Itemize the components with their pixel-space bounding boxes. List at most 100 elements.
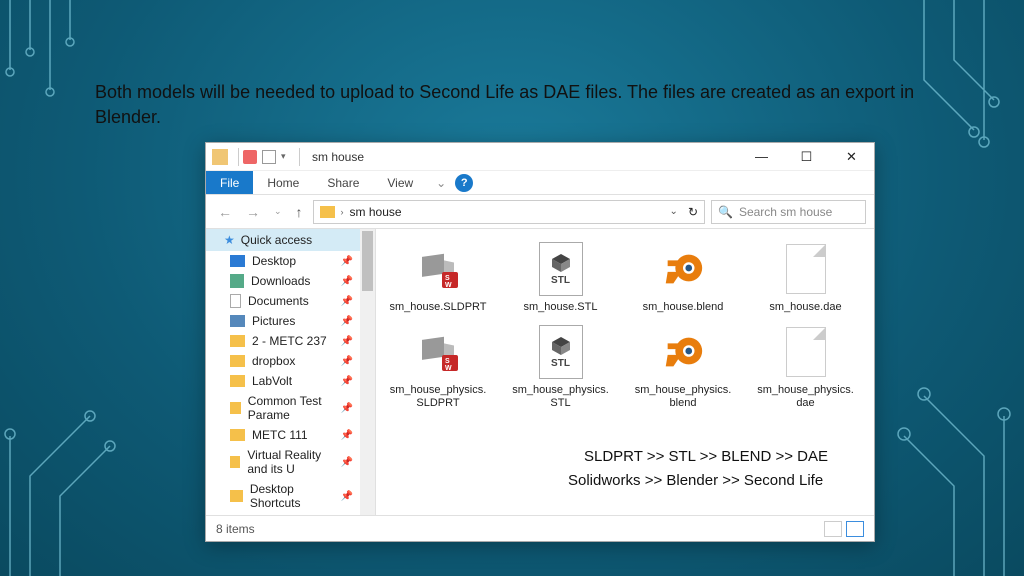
pin-icon: 📌 [341, 296, 353, 307]
sidebar-item-dropbox[interactable]: dropbox 📌 [206, 351, 375, 371]
ribbon-expand-icon[interactable]: ⌄ [427, 171, 455, 194]
stl-icon: STL [533, 241, 589, 297]
sidebar-item-documents[interactable]: Documents 📌 [206, 291, 375, 311]
file-name: sm_house_physics.blend [633, 384, 733, 410]
sidebar-item-label: METC 111 [252, 428, 308, 442]
svg-text:W: W [445, 365, 452, 372]
refresh-button[interactable]: ↻ [688, 205, 698, 219]
doc-icon [230, 294, 241, 308]
sidebar-item-desktop[interactable]: Desktop 📌 [206, 251, 375, 271]
sidebar-item-label: Common Test Parame [248, 394, 334, 422]
close-button[interactable]: ✕ [829, 143, 874, 171]
pin-icon: 📌 [341, 457, 353, 468]
sidebar-item-label: Pictures [252, 314, 295, 328]
pin-icon: 📌 [341, 256, 353, 267]
blend-icon [655, 324, 711, 380]
file-name: sm_house_physics.STL [511, 384, 611, 410]
svg-text:W: W [445, 282, 452, 289]
sidebar-item-label: Desktop Shortcuts [250, 482, 334, 510]
view-icons-button[interactable] [846, 521, 864, 537]
sidebar-item-virtual-reality-and-its-u[interactable]: Virtual Reality and its U 📌 [206, 445, 375, 479]
search-icon: 🔍 [718, 205, 733, 219]
sidebar: ★ Quick access Desktop 📌 Downloads 📌 Doc… [206, 229, 376, 517]
maximize-button[interactable]: ☐ [784, 143, 829, 171]
status-bar: 8 items [206, 515, 874, 541]
folder-icon [230, 429, 245, 441]
star-icon: ★ [224, 233, 235, 247]
sidebar-item-downloads[interactable]: Downloads 📌 [206, 271, 375, 291]
sidebar-item-label: LabVolt [252, 374, 292, 388]
file-item[interactable]: STL sm_house.STL [505, 241, 617, 314]
pic-icon [230, 315, 245, 327]
file-explorer-window: ▾ sm house — ☐ ✕ File Home Share View ⌄ … [205, 142, 875, 542]
breadcrumb-folder[interactable]: sm house [350, 205, 402, 219]
item-count: 8 items [216, 522, 255, 536]
tab-view[interactable]: View [373, 171, 427, 194]
pin-icon: 📌 [341, 276, 353, 287]
chevron-right-icon: › [341, 207, 344, 217]
download-icon [230, 274, 244, 288]
folder-icon [230, 375, 245, 387]
nav-back-button[interactable]: ← [214, 202, 236, 222]
nav-forward-button[interactable]: → [242, 202, 264, 222]
pin-icon: 📌 [341, 491, 353, 502]
quick-access-toolbar[interactable]: ▾ [243, 150, 295, 164]
file-pane[interactable]: SW sm_house.SLDPRTSTL sm_house.STL sm_ho… [376, 229, 874, 517]
help-button[interactable]: ? [455, 174, 473, 192]
sidebar-item-pictures[interactable]: Pictures 📌 [206, 311, 375, 331]
workflow-apps: Solidworks >> Blender >> Second Life [568, 472, 823, 489]
folder-icon [230, 355, 245, 367]
sidebar-item-label: Desktop [252, 254, 296, 268]
qat-dropdown-icon[interactable]: ▾ [281, 150, 295, 164]
tab-home[interactable]: Home [253, 171, 313, 194]
file-name: sm_house.STL [524, 301, 598, 314]
svg-text:S: S [445, 358, 450, 365]
sldprt-icon: SW [410, 324, 466, 380]
breadcrumb[interactable]: › sm house ⌄ ↻ [313, 200, 705, 224]
pin-icon: 📌 [341, 316, 353, 327]
tab-share[interactable]: Share [313, 171, 373, 194]
sidebar-item-label: Documents [248, 294, 309, 308]
file-item[interactable]: STL sm_house_physics.STL [505, 324, 617, 410]
tab-file[interactable]: File [206, 171, 253, 194]
minimize-button[interactable]: — [739, 143, 784, 171]
qat-new-folder-icon[interactable] [262, 150, 276, 164]
nav-recent-dropdown[interactable]: ⌄ [270, 204, 286, 219]
file-item[interactable]: SW sm_house_physics.SLDPRT [382, 324, 494, 410]
pin-icon: 📌 [341, 376, 353, 387]
sidebar-item-label: 2 - METC 237 [252, 334, 327, 348]
ribbon-tabs: File Home Share View ⌄ ? [206, 171, 874, 195]
sidebar-item-desktop-shortcuts[interactable]: Desktop Shortcuts 📌 [206, 479, 375, 513]
file-item[interactable]: sm_house_physics.dae [750, 324, 862, 410]
sldprt-icon: SW [410, 241, 466, 297]
nav-up-button[interactable]: ↑ [292, 202, 307, 222]
sidebar-item-2-metc-237[interactable]: 2 - METC 237 📌 [206, 331, 375, 351]
sidebar-quick-access[interactable]: ★ Quick access [206, 229, 375, 251]
titlebar[interactable]: ▾ sm house — ☐ ✕ [206, 143, 874, 171]
view-details-button[interactable] [824, 521, 842, 537]
slide-caption: Both models will be needed to upload to … [95, 80, 935, 130]
address-bar: ← → ⌄ ↑ › sm house ⌄ ↻ 🔍 Search sm house [206, 195, 874, 229]
window-title: sm house [312, 150, 739, 164]
sidebar-item-label: Downloads [251, 274, 310, 288]
sidebar-item-common-test-parame[interactable]: Common Test Parame 📌 [206, 391, 375, 425]
search-placeholder: Search sm house [739, 205, 832, 219]
sidebar-scrollbar[interactable] [360, 229, 375, 517]
folder-icon [230, 335, 245, 347]
path-dropdown-icon[interactable]: ⌄ [670, 206, 678, 217]
file-item[interactable]: sm_house.dae [750, 241, 862, 314]
qat-properties-icon[interactable] [243, 150, 257, 164]
scrollbar-thumb[interactable] [362, 231, 373, 291]
dae-icon [778, 324, 834, 380]
file-name: sm_house_physics.dae [756, 384, 856, 410]
file-item[interactable]: SW sm_house.SLDPRT [382, 241, 494, 314]
file-item[interactable]: sm_house_physics.blend [627, 324, 739, 410]
file-name: sm_house.SLDPRT [389, 301, 486, 314]
stl-icon: STL [533, 324, 589, 380]
pin-icon: 📌 [341, 336, 353, 347]
folder-icon [230, 402, 241, 414]
file-item[interactable]: sm_house.blend [627, 241, 739, 314]
sidebar-item-metc-111[interactable]: METC 111 📌 [206, 425, 375, 445]
search-input[interactable]: 🔍 Search sm house [711, 200, 866, 224]
sidebar-item-labvolt[interactable]: LabVolt 📌 [206, 371, 375, 391]
